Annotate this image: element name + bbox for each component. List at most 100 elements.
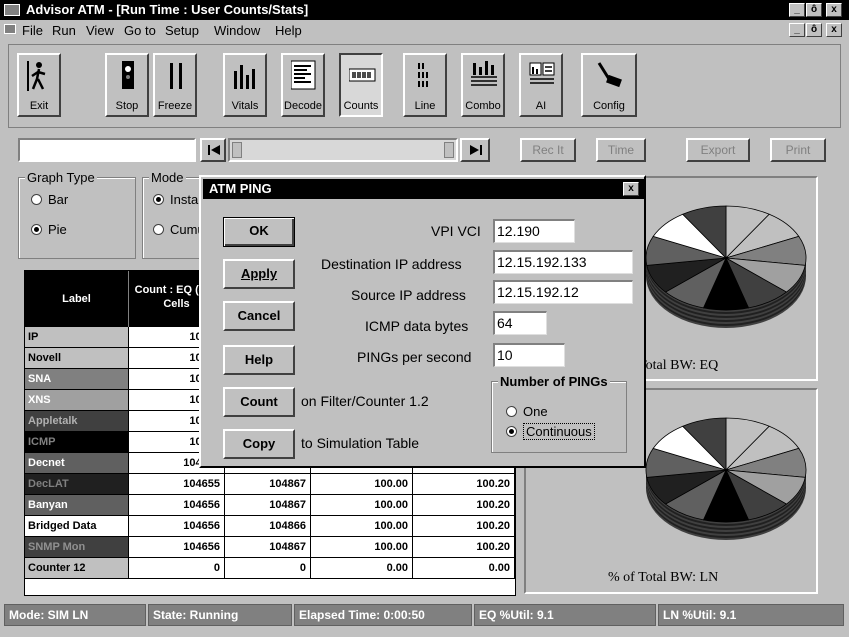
- copy-button[interactable]: Copy: [223, 429, 295, 459]
- menu-view[interactable]: View: [86, 23, 114, 38]
- row-value: 100.00: [311, 537, 413, 558]
- status-ln-util: LN %Util: 9.1: [658, 604, 844, 626]
- row-value: 100.20: [413, 474, 515, 495]
- dialog-title: ATM PING: [209, 181, 272, 196]
- child-close-button[interactable]: x: [826, 23, 842, 37]
- radio-cumulative[interactable]: Cumu: [153, 222, 205, 237]
- radio-continuous[interactable]: Continuous: [506, 423, 595, 440]
- row-value: 104656: [129, 516, 225, 537]
- skip-back-icon: [208, 145, 220, 155]
- restore-button[interactable]: ô: [806, 3, 822, 17]
- vitals-button[interactable]: Vitals: [223, 53, 267, 117]
- row-label: ICMP: [25, 432, 129, 453]
- help-button[interactable]: Help: [223, 345, 295, 375]
- pings-per-second-field[interactable]: 10: [493, 343, 565, 367]
- stop-button[interactable]: Stop: [105, 53, 149, 117]
- combo-button[interactable]: Combo: [461, 53, 505, 117]
- menu-goto[interactable]: Go to: [124, 23, 156, 38]
- apply-label: Apply: [240, 266, 278, 281]
- row-label: Decnet: [25, 453, 129, 474]
- header-label: Label: [25, 271, 129, 327]
- decode-label: Decode: [284, 100, 322, 112]
- ai-button[interactable]: AI: [519, 53, 563, 117]
- dialog-close-button[interactable]: x: [623, 182, 639, 196]
- title-bar: Advisor ATM - [Run Time : User Counts/St…: [0, 0, 849, 20]
- ln-chart-caption: % of Total BW: LN: [608, 570, 719, 585]
- skip-forward-icon: [470, 145, 482, 155]
- exit-button[interactable]: Exit: [17, 53, 61, 117]
- count-button[interactable]: Count: [223, 387, 295, 417]
- radio-insta-dot: [153, 194, 164, 206]
- minimize-button[interactable]: _: [789, 3, 805, 17]
- row-value: 104867: [225, 474, 311, 495]
- row-label: IP: [25, 327, 129, 348]
- rec-it-button[interactable]: Rec It: [520, 138, 576, 162]
- time-button[interactable]: Time: [596, 138, 646, 162]
- line-label: Line: [414, 100, 436, 112]
- source-ip-label: Source IP address: [351, 287, 466, 303]
- counts-button[interactable]: Counts: [339, 53, 383, 117]
- destination-ip-field[interactable]: 12.15.192.133: [493, 250, 633, 274]
- freeze-label: Freeze: [157, 100, 193, 112]
- line-button[interactable]: Line: [403, 53, 447, 117]
- graph-type-caption: Graph Type: [25, 170, 97, 185]
- apply-button[interactable]: Apply: [223, 259, 295, 289]
- last-record-button[interactable]: [460, 138, 490, 162]
- combo-icon: [471, 61, 497, 86]
- row-value: 100.20: [413, 537, 515, 558]
- row-value: 0.00: [311, 558, 413, 579]
- count-description: on Filter/Counter 1.2: [301, 393, 429, 409]
- radio-pie-label: Pie: [48, 222, 67, 237]
- child-restore-button[interactable]: ô: [806, 23, 822, 37]
- decode-button[interactable]: Decode: [281, 53, 325, 117]
- window-title: Advisor ATM - [Run Time : User Counts/St…: [26, 2, 309, 17]
- radio-one[interactable]: One: [506, 404, 548, 419]
- vpi-vci-field[interactable]: 12.190: [493, 219, 575, 243]
- row-label: Banyan: [25, 495, 129, 516]
- menu-run[interactable]: Run: [52, 23, 76, 38]
- radio-bar-dot: [31, 194, 42, 206]
- status-mode: Mode: SIM LN: [4, 604, 146, 626]
- row-label: DecLAT: [25, 474, 129, 495]
- app-icon[interactable]: [4, 4, 20, 16]
- document-icon[interactable]: [4, 24, 16, 34]
- menu-file[interactable]: File: [22, 23, 43, 38]
- row-value: 0: [225, 558, 311, 579]
- print-button[interactable]: Print: [770, 138, 826, 162]
- menu-setup[interactable]: Setup: [165, 23, 199, 38]
- export-button[interactable]: Export: [686, 138, 750, 162]
- menu-window[interactable]: Window: [214, 23, 260, 38]
- ok-button[interactable]: OK: [223, 217, 295, 247]
- source-ip-field[interactable]: 12.15.192.12: [493, 280, 633, 304]
- dialog-title-bar: ATM PING x: [203, 179, 644, 199]
- cancel-button[interactable]: Cancel: [223, 301, 295, 331]
- row-value: 104867: [225, 537, 311, 558]
- freeze-button[interactable]: Freeze: [153, 53, 197, 117]
- status-eq-util: EQ %Util: 9.1: [474, 604, 656, 626]
- record-field[interactable]: [18, 138, 196, 162]
- close-button[interactable]: x: [826, 3, 842, 17]
- row-label: SNMP Mon: [25, 537, 129, 558]
- scroll-right-arrow[interactable]: [444, 142, 454, 158]
- stop-icon: [122, 61, 134, 89]
- radio-pie[interactable]: Pie: [31, 222, 67, 237]
- child-minimize-button[interactable]: _: [789, 23, 805, 37]
- row-value: 0: [129, 558, 225, 579]
- record-scrollbar[interactable]: [228, 138, 458, 162]
- radio-bar[interactable]: Bar: [31, 192, 68, 207]
- config-button[interactable]: Config: [581, 53, 637, 117]
- counts-label: Counts: [343, 100, 379, 112]
- status-state: State: Running: [148, 604, 292, 626]
- scroll-left-arrow[interactable]: [232, 142, 242, 158]
- destination-ip-label: Destination IP address: [321, 256, 462, 272]
- config-icon: [597, 62, 622, 88]
- radio-instantaneous[interactable]: Insta: [153, 192, 198, 207]
- number-of-pings-caption: Number of PINGs: [498, 374, 610, 389]
- icmp-bytes-field[interactable]: 64: [493, 311, 547, 335]
- first-record-button[interactable]: [200, 138, 226, 162]
- status-elapsed: Elapsed Time: 0:00:50: [294, 604, 472, 626]
- atm-ping-dialog: ATM PING x OK Apply Cancel Help Count Co…: [199, 175, 646, 468]
- menu-help[interactable]: Help: [275, 23, 302, 38]
- number-of-pings-group: Number of PINGs One Continuous: [491, 374, 627, 453]
- radio-one-label: One: [523, 404, 548, 419]
